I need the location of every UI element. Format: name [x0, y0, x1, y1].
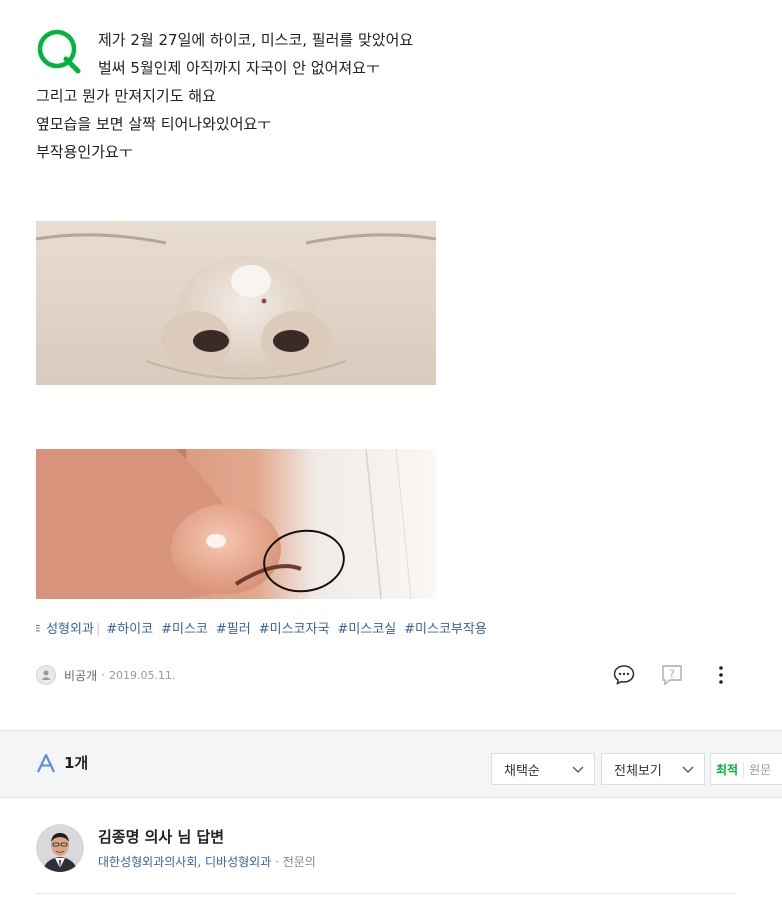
- report-button[interactable]: ?: [659, 662, 685, 688]
- anonymous-avatar-icon: [36, 665, 56, 685]
- question-line-5: 부작용인가요ㅜ: [36, 143, 133, 161]
- answer-a-icon: [37, 753, 55, 773]
- doctor-affiliation: 대한성형외과의사회, 디바성형외과 · 전문의: [98, 853, 316, 870]
- tag-misco-side-effect[interactable]: #미스코부작용: [404, 622, 487, 637]
- chevron-down-icon: [572, 766, 584, 773]
- sort-adopted-dropdown[interactable]: 채택순: [491, 753, 595, 785]
- doctor-role-dot: ·: [275, 855, 283, 869]
- nose-front-photo[interactable]: [36, 221, 436, 385]
- tab-best[interactable]: 최적: [711, 761, 743, 778]
- question-line-4: 옆모습을 보면 살짝 티어나와있어요ㅜ: [36, 115, 272, 133]
- tag-misco-mark[interactable]: #미스코자국: [259, 622, 330, 637]
- tag-separator: |: [95, 622, 101, 637]
- question-q-icon: [37, 29, 81, 74]
- divider: [36, 893, 736, 894]
- question-line-2: 벌써 5월인제 아직까지 자국이 안 없어져요ㅜ: [98, 59, 380, 77]
- tag-filler[interactable]: #필러: [216, 622, 251, 637]
- comment-button[interactable]: [611, 662, 637, 688]
- tag-hiko[interactable]: #하이코: [106, 622, 153, 637]
- category-link[interactable]: ㅌ 성형외과: [36, 618, 94, 637]
- more-icon: [719, 666, 723, 684]
- comment-icon: [613, 665, 635, 685]
- nose-side-photo[interactable]: [36, 449, 436, 599]
- sort-adopted-label: 채택순: [504, 763, 540, 779]
- doctor-answer-title[interactable]: 김종명 의사 님 답변: [98, 826, 224, 847]
- answer-header-bar: 1개 채택순 전체보기 최적 원문: [0, 730, 782, 798]
- view-all-label: 전체보기: [614, 763, 662, 779]
- answer-count: 1개: [64, 754, 89, 772]
- doctor-org-link[interactable]: 대한성형외과의사회, 디바성형외과: [98, 855, 271, 869]
- sort-tabs: 최적 원문: [710, 753, 782, 785]
- question-line-3: 그리고 뭔가 만져지기도 해요: [36, 87, 216, 105]
- question-report-icon: ?: [662, 665, 682, 686]
- meta-dot: ·: [101, 668, 105, 682]
- tab-original[interactable]: 원문: [743, 760, 776, 778]
- tag-list: ㅌ 성형외과 | #하이코 #미스코 #필러 #미스코자국 #미스코실 #미스코부작용: [36, 618, 556, 638]
- question-date: 2019.05.11.: [108, 668, 176, 682]
- tag-misco[interactable]: #미스코: [161, 622, 208, 637]
- doctor-photo: [36, 824, 84, 872]
- view-all-dropdown[interactable]: 전체보기: [601, 753, 705, 785]
- tag-misco-thread[interactable]: #미스코실: [337, 622, 396, 637]
- question-line-1: 제가 2월 27일에 하이코, 미스코, 필러를 맞았어요: [98, 31, 414, 49]
- author-name: 비공개: [64, 668, 98, 683]
- question-meta: 비공개 · 2019.05.11.: [36, 665, 175, 685]
- doctor-role: 전문의: [282, 855, 316, 869]
- doctor-avatar[interactable]: [36, 824, 84, 872]
- chevron-down-icon: [682, 766, 694, 773]
- svg-text:?: ?: [669, 668, 675, 681]
- more-button[interactable]: [708, 662, 734, 688]
